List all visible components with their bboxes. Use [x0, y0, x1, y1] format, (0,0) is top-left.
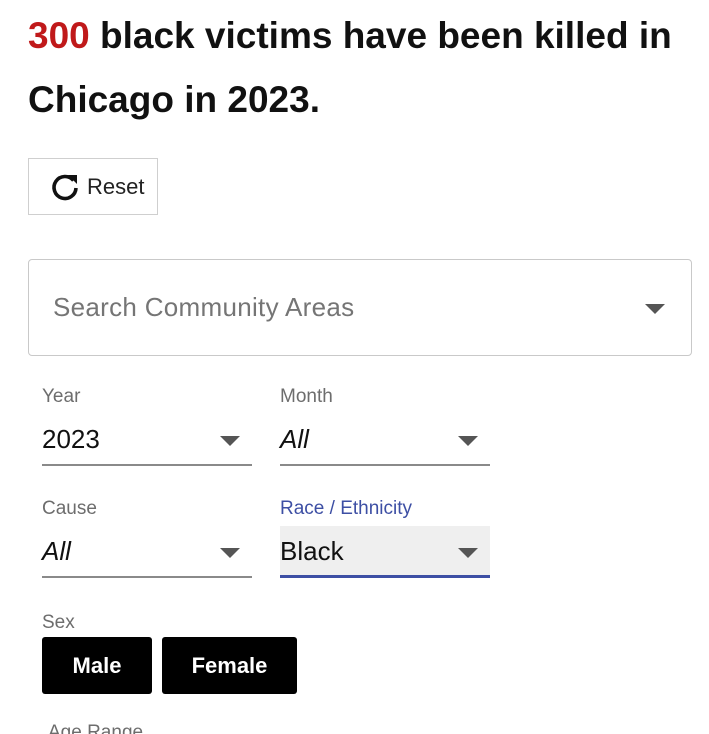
race-ethnicity-filter: Race / Ethnicity Black — [280, 498, 490, 580]
cause-label: Cause — [42, 498, 97, 519]
sex-female-button[interactable]: Female — [162, 637, 297, 694]
month-label: Month — [280, 386, 333, 407]
sex-male-button[interactable]: Male — [42, 637, 152, 694]
race-ethnicity-select[interactable]: Black — [280, 526, 490, 578]
year-label: Year — [42, 386, 81, 407]
community-area-search[interactable]: Search Community Areas — [28, 259, 692, 356]
year-filter: Year 2023 — [42, 386, 252, 468]
cause-value: All — [42, 536, 71, 566]
month-filter: Month All — [280, 386, 490, 468]
age-range-label: Age Range — [48, 722, 144, 734]
chevron-down-icon — [220, 548, 240, 558]
race-ethnicity-label: Race / Ethnicity — [280, 498, 412, 519]
year-value: 2023 — [42, 424, 100, 454]
page: 300 black victims have been killed in Ch… — [0, 0, 709, 734]
cause-select[interactable]: All — [42, 526, 252, 578]
race-ethnicity-value: Black — [280, 536, 344, 566]
reset-button[interactable]: Reset — [28, 158, 158, 215]
month-value: All — [280, 424, 309, 454]
chevron-down-icon — [220, 436, 240, 446]
headline: 300 black victims have been killed in Ch… — [28, 4, 688, 132]
year-select[interactable]: 2023 — [42, 414, 252, 466]
search-placeholder: Search Community Areas — [53, 292, 355, 322]
victim-count: 300 — [28, 15, 90, 56]
cause-filter: Cause All — [42, 498, 252, 580]
chevron-down-icon — [458, 436, 478, 446]
refresh-icon — [49, 171, 81, 203]
chevron-down-icon[interactable] — [645, 304, 665, 314]
reset-label: Reset — [87, 173, 145, 199]
headline-text: black victims have been killed in Chicag… — [28, 15, 672, 120]
chevron-down-icon — [458, 548, 478, 558]
sex-label: Sex — [42, 612, 75, 633]
month-select[interactable]: All — [280, 414, 490, 466]
